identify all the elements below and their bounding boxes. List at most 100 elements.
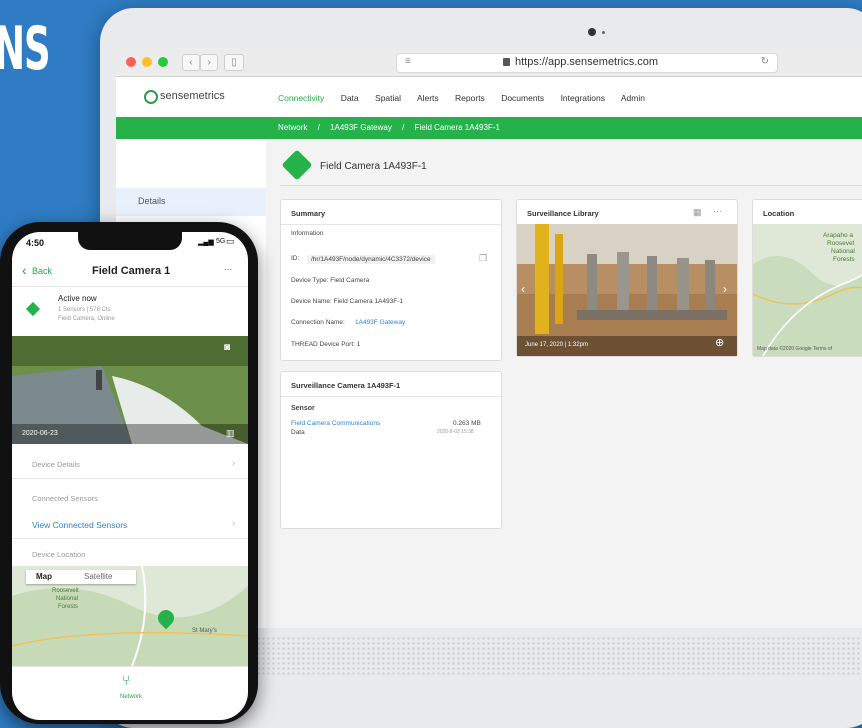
surveillance-photo[interactable]: June 17, 2020 | 1:32pm ⊕ ‹ › — [517, 224, 737, 356]
breadcrumb-device[interactable]: Field Camera 1A493F-1 — [415, 123, 500, 132]
maximize-window-button[interactable] — [158, 57, 168, 67]
camera-indicator — [602, 31, 605, 34]
card-divider — [281, 396, 501, 397]
phone-frame: 4:50 ▂▄▆ 5G ▭ ‹ Back Field Camera 1 ... … — [0, 222, 258, 724]
reader-icon[interactable]: ≡ — [405, 56, 411, 67]
network-tab-icon[interactable]: ⑂ — [122, 672, 130, 688]
close-window-button[interactable] — [126, 57, 136, 67]
sensor-value: 0.263 MB — [453, 420, 481, 427]
status-subtext: Field Camera, Online — [58, 316, 115, 322]
tab-satellite[interactable]: Satellite — [84, 572, 112, 581]
menu-integrations[interactable]: Integrations — [561, 93, 605, 103]
construction-site-image — [517, 224, 737, 356]
tab-map[interactable]: Map — [36, 572, 52, 581]
browser-titlebar: ‹ › ▯ ≡ https://app.sensemetrics.com ↻ — [116, 48, 862, 77]
map-label: Forests — [833, 256, 855, 263]
sidebar-item-details[interactable]: Details — [116, 188, 266, 216]
status-text: Active now — [58, 294, 97, 303]
menu-documents[interactable]: Documents — [501, 93, 544, 103]
map-label: Roosevelt — [52, 588, 79, 594]
sensemetrics-logo-icon — [144, 90, 158, 104]
copy-icon[interactable]: ❐ — [479, 253, 487, 264]
sensor-timestamp: 2020-8-03 15:38 — [437, 429, 474, 435]
camera-photo[interactable]: ◙ 2020-06-23 ▥ — [12, 336, 248, 444]
more-options-icon[interactable]: ... — [224, 262, 232, 273]
surveillance-camera-card: Surveillance Camera 1A493F-1 Sensor Fiel… — [280, 371, 502, 529]
camera-icon[interactable]: ◙ — [224, 342, 230, 353]
row-view-connected-sensors[interactable]: View Connected Sensors — [32, 520, 127, 530]
header-divider — [12, 286, 248, 287]
row-connected-sensors: Connected Sensors — [32, 494, 98, 503]
menu-admin[interactable]: Admin — [621, 93, 645, 103]
phone-map[interactable]: Map Satellite Roosevelt National Forests… — [12, 566, 248, 666]
menu-reports[interactable]: Reports — [455, 93, 485, 103]
breadcrumb-separator: / — [402, 123, 405, 132]
back-chevron-icon[interactable]: ‹ — [22, 262, 27, 278]
forward-button[interactable]: › — [200, 54, 218, 71]
sensor-data-label: Data — [291, 429, 305, 436]
next-arrow-icon[interactable]: › — [723, 282, 727, 296]
map-tabs: Map Satellite — [26, 570, 136, 584]
row-divider — [12, 478, 248, 479]
breadcrumb: Network / 1A493F Gateway / Field Camera … — [278, 123, 500, 132]
menu-data[interactable]: Data — [341, 93, 359, 103]
card-title: Location — [763, 209, 795, 218]
map-label: National — [56, 596, 79, 602]
card-title: Surveillance Library — [527, 209, 599, 218]
phone-screen: 4:50 ▂▄▆ 5G ▭ ‹ Back Field Camera 1 ... … — [12, 232, 248, 720]
camera-device-icon — [281, 149, 313, 181]
app-header: sensemetrics Connectivity Data Spatial A… — [116, 77, 862, 117]
surveillance-library-card: Surveillance Library ▦ ··· June 17, 2020… — [516, 199, 738, 357]
breadcrumb-gateway[interactable]: 1A493F Gateway — [330, 123, 392, 132]
trash-icon[interactable]: ▥ — [226, 428, 235, 439]
status-time: 4:50 — [26, 238, 45, 248]
tabbar-divider — [12, 666, 248, 667]
menu-alerts[interactable]: Alerts — [417, 93, 439, 103]
sidebar-toggle-icon[interactable]: ▯ — [224, 54, 244, 71]
previous-arrow-icon[interactable]: ‹ — [521, 282, 525, 296]
map-label: Forests — [58, 604, 79, 610]
chevron-right-icon: › — [232, 518, 236, 529]
sensor-heading: Sensor — [291, 405, 315, 412]
sidebar-item-label: Details — [138, 196, 166, 206]
calendar-icon[interactable]: ▦ — [693, 207, 702, 218]
device-port: THREAD Device Port: 1 — [291, 341, 361, 348]
sensor-link[interactable]: Field Camera Communications — [291, 420, 380, 427]
row-device-location: Device Location — [32, 550, 86, 559]
zoom-icon[interactable]: ⊕ — [715, 336, 724, 349]
photo-caption: June 17, 2020 | 1:32pm — [525, 342, 588, 348]
background-heading: NS — [0, 14, 51, 84]
id-value: /hr/1A493F/node/dynamic/4C3372/device — [307, 255, 435, 264]
row-device-details[interactable]: Device Details — [32, 460, 80, 469]
map-label: Roosevel — [827, 240, 855, 247]
card-title: Surveillance Camera 1A493F-1 — [291, 381, 401, 390]
location-map[interactable]: Arapaho a Roosevel National Forests Map … — [753, 224, 862, 356]
status-subtext: 1 Sensors | 578 Cts — [58, 307, 111, 313]
chevron-right-icon: › — [232, 458, 236, 469]
app-logo: sensemetrics — [160, 90, 225, 102]
section-label: Information — [291, 230, 324, 237]
device-type: Device Type: Field Camera — [291, 277, 370, 284]
back-button[interactable]: Back — [32, 266, 52, 276]
reload-icon[interactable]: ↻ — [761, 56, 769, 67]
lock-icon — [503, 58, 510, 66]
card-divider — [281, 224, 501, 225]
title-divider — [280, 185, 862, 186]
back-button[interactable]: ‹ — [182, 54, 200, 71]
connection-label: Connection Name: — [291, 319, 345, 326]
dam-photo-image — [12, 336, 248, 444]
menu-connectivity[interactable]: Connectivity — [278, 93, 324, 103]
breadcrumb-network[interactable]: Network — [278, 123, 307, 132]
id-label: ID: — [291, 255, 300, 262]
connection-link[interactable]: 1A493F Gateway — [355, 319, 405, 326]
more-options-icon[interactable]: ··· — [713, 206, 722, 216]
minimize-window-button[interactable] — [142, 57, 152, 67]
location-card: Location Arapaho a Roosevel National For… — [752, 199, 862, 357]
menu-spatial[interactable]: Spatial — [375, 93, 401, 103]
summary-card: Summary Information ID: /hr/1A493F/node/… — [280, 199, 502, 361]
map-footer: Map data ©2020 Google Terms of — [757, 346, 833, 352]
address-bar[interactable]: ≡ https://app.sensemetrics.com ↻ — [396, 53, 778, 73]
phone-page-title: Field Camera 1 — [92, 265, 171, 277]
network-tab-label[interactable]: Network — [120, 694, 142, 700]
signal-icon: ▂▄▆ — [198, 239, 214, 246]
